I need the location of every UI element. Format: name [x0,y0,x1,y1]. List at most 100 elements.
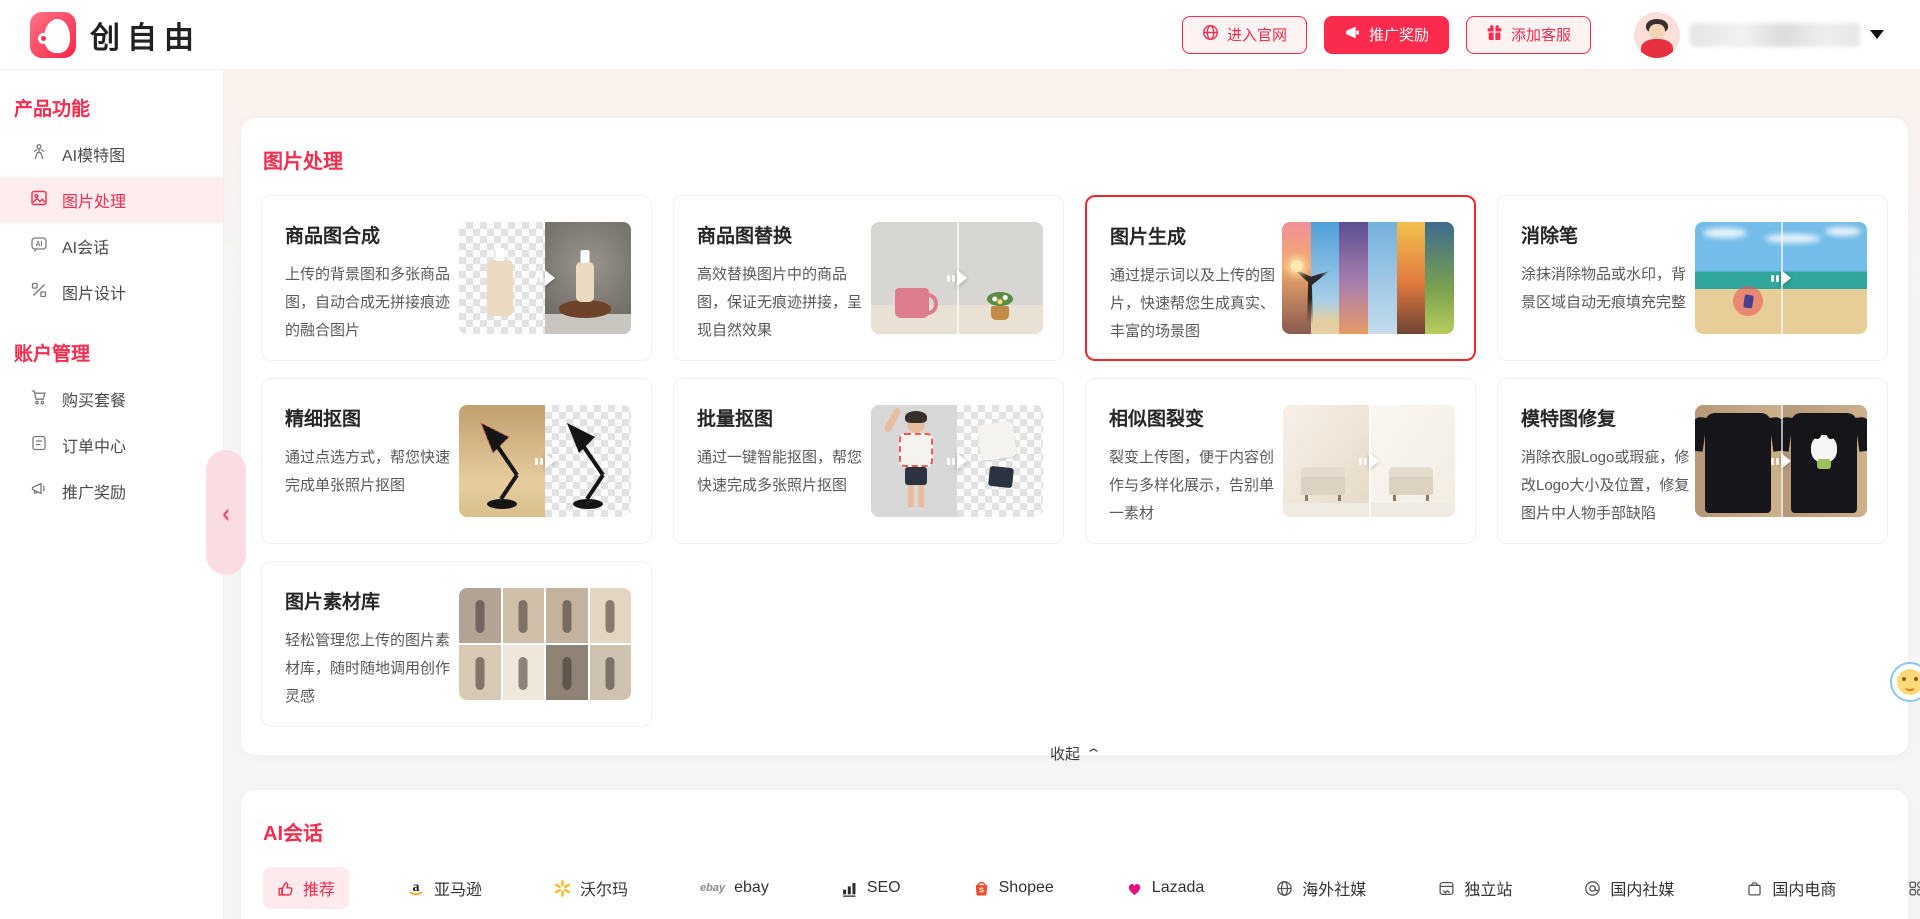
card-thumbnail [871,222,1043,334]
sidebar-heading-account: 账户管理 [14,344,91,365]
username-redacted [1690,22,1860,47]
model-icon [30,143,48,166]
tab-label: Shopee [998,879,1054,896]
amazon-icon: a [407,879,425,897]
card-desc: 通过提示词以及上传的图片，快速帮您生成真实、丰富的场景图 [1110,267,1276,340]
sidebar-item-image-design[interactable]: 图片设计 [0,269,223,315]
support-face-icon [1897,669,1920,695]
tab-label: 海外社媒 [1302,882,1367,899]
tab-label: 亚马逊 [434,882,483,899]
tab-label: 推荐 [303,882,336,899]
template-category-tabs: 推荐 a 亚马逊 沃尔玛 ebay ebay SEO S Shopee Laza… [263,866,1920,910]
card-desc: 上传的背景图和多张商品图，自动合成无拼接痕迹的融合图片 [285,266,451,339]
tab-label: ebay [734,879,769,896]
sidebar-collapse-handle[interactable]: ‹ [206,450,246,575]
sidebar-item-label: 图片处理 [62,194,127,211]
feature-card-grid: 商品图合成 上传的背景图和多张商品图，自动合成无拼接痕迹的融合图片 商品图替换 … [261,195,1888,727]
card-similar-fission[interactable]: 相似图裂变 裂变上传图，便于内容创作与多样化展示，告别单一素材 [1085,378,1476,544]
card-desc: 轻松管理您上传的图片素材库，随时随地调用创作灵感 [285,632,451,705]
card-product-merge[interactable]: 商品图合成 上传的背景图和多张商品图，自动合成无拼接痕迹的融合图片 [261,195,652,361]
gift-icon [1486,24,1503,45]
chevron-down-icon [1870,30,1884,39]
promo-reward-label: 推广奖励 [1368,27,1429,44]
sidebar-item-orders[interactable]: 订单中心 [0,422,223,468]
card-desc: 消除衣服Logo或瑕疵，修改Logo大小及位置，修复图片中人物手部缺陷 [1521,449,1690,522]
shopping-bag-icon [1746,880,1763,897]
brand-name: 创自由 [90,21,201,55]
sidebar-item-label: AI模特图 [62,148,126,165]
card-batch-cutout[interactable]: 批量抠图 通过一键智能抠图，帮您快速完成多张照片抠图 [673,378,1064,544]
card-desc: 通过一键智能抠图，帮您快速完成多张照片抠图 [697,449,863,494]
tab-ebay[interactable]: ebay ebay [686,870,783,906]
card-thumbnail [1695,222,1867,334]
sidebar-item-label: 购买套餐 [62,393,127,410]
promo-icon [30,480,48,503]
card-desc: 裂变上传图，便于内容创作与多样化展示，告别单一素材 [1109,449,1275,522]
image-icon [30,189,48,212]
card-fine-cutout[interactable]: 精细抠图 通过点选方式，帮您快速完成单张照片抠图 [261,378,652,544]
tab-independent-site[interactable]: 独立站 [1424,867,1526,909]
add-support-button[interactable]: 添加客服 [1465,15,1591,54]
tab-label: 国内电商 [1772,882,1837,899]
card-desc: 高效替换图片中的商品图，保证无痕迹拼接，呈现自然效果 [697,266,863,339]
tab-label: SEO [866,879,901,896]
sidebar-item-ai-chat[interactable]: AI AI会话 [0,223,223,269]
card-image-generate[interactable]: 图片生成 通过提示词以及上传的图片，快速帮您生成真实、丰富的场景图 [1085,195,1476,361]
globe-outline-icon [1276,880,1293,897]
grid-icon [1908,880,1920,897]
ai-chat-icon: AI [30,235,48,258]
card-thumbnail [1695,405,1867,517]
card-thumbnail [871,405,1043,517]
sidebar-item-ai-model[interactable]: AI模特图 [0,131,223,177]
svg-text:a: a [413,880,420,895]
circle-at-icon [1584,880,1601,897]
tab-domestic-social[interactable]: 国内社媒 [1570,867,1688,909]
card-thumbnail [1283,405,1455,517]
collapse-label: 收起 [1050,746,1081,763]
bar-chart-icon [841,880,858,897]
card-product-replace[interactable]: 商品图替换 高效替换图片中的商品图，保证无痕迹拼接，呈现自然效果 [673,195,1064,361]
sidebar-item-label: 订单中心 [62,439,127,456]
card-eraser-pen[interactable]: 消除笔 涂抹消除物品或水印，背景区域自动无痕填充完整 [1497,195,1888,361]
shopee-bag-icon: S [973,880,990,897]
tab-overseas-social[interactable]: 海外社媒 [1262,867,1380,909]
design-icon [30,281,48,304]
sidebar-item-image-processing[interactable]: 图片处理 [0,177,223,223]
promo-reward-button[interactable]: 推广奖励 [1323,15,1449,54]
globe-icon [1202,24,1219,45]
avatar [1634,11,1680,58]
chevron-up-icon: ⌃ [1084,745,1103,761]
svg-text:AI: AI [36,241,43,248]
tab-label: 沃尔玛 [580,882,629,899]
tab-domestic-ecommerce[interactable]: 国内电商 [1732,867,1850,909]
tab-seo[interactable]: SEO [827,870,915,906]
card-thumbnail [1282,222,1454,334]
tab-amazon[interactable]: a 亚马逊 [393,867,496,909]
enter-site-button[interactable]: 进入官网 [1181,15,1307,54]
lazada-heart-icon [1126,880,1143,897]
add-support-label: 添加客服 [1510,27,1571,44]
card-model-fix[interactable]: 模特图修复 消除衣服Logo或瑕疵，修改Logo大小及位置，修复图片中人物手部缺… [1497,378,1888,544]
sidebar: 产品功能 AI模特图 图片处理 AI AI会话 图片设计 账户管理 购买套餐 订… [0,70,224,919]
sidebar-item-label: 推广奖励 [62,485,127,502]
tab-lazada[interactable]: Lazada [1112,870,1219,906]
tab-label: 国内社媒 [1610,882,1675,899]
sidebar-item-label: 图片设计 [62,286,127,303]
svg-text:S: S [979,885,984,894]
main-content: 图片处理 商品图合成 上传的背景图和多张商品图，自动合成无拼接痕迹的融合图片 商… [224,70,1920,919]
app-logo[interactable]: 创自由 [30,11,201,58]
card-image-library[interactable]: 图片素材库 轻松管理您上传的图片素材库，随时随地调用创作灵感 [261,561,652,727]
ebay-icon: ebay [700,882,726,894]
collapse-button[interactable]: 收起 ⌃ [241,743,1908,764]
header-actions: 进入官网 推广奖励 添加客服 [1181,11,1884,58]
sidebar-item-promo-reward[interactable]: 推广奖励 [0,468,223,514]
tab-other[interactable]: 其他 [1894,867,1920,909]
thumbs-up-icon [277,880,294,897]
enter-site-label: 进入官网 [1226,27,1287,44]
tab-recommended[interactable]: 推荐 [263,867,350,909]
sidebar-item-buy-plan[interactable]: 购买套餐 [0,376,223,422]
card-desc: 涂抹消除物品或水印，背景区域自动无痕填充完整 [1521,266,1687,311]
tab-walmart[interactable]: 沃尔玛 [540,867,642,909]
user-menu[interactable] [1634,11,1884,58]
tab-shopee[interactable]: S Shopee [959,870,1068,906]
